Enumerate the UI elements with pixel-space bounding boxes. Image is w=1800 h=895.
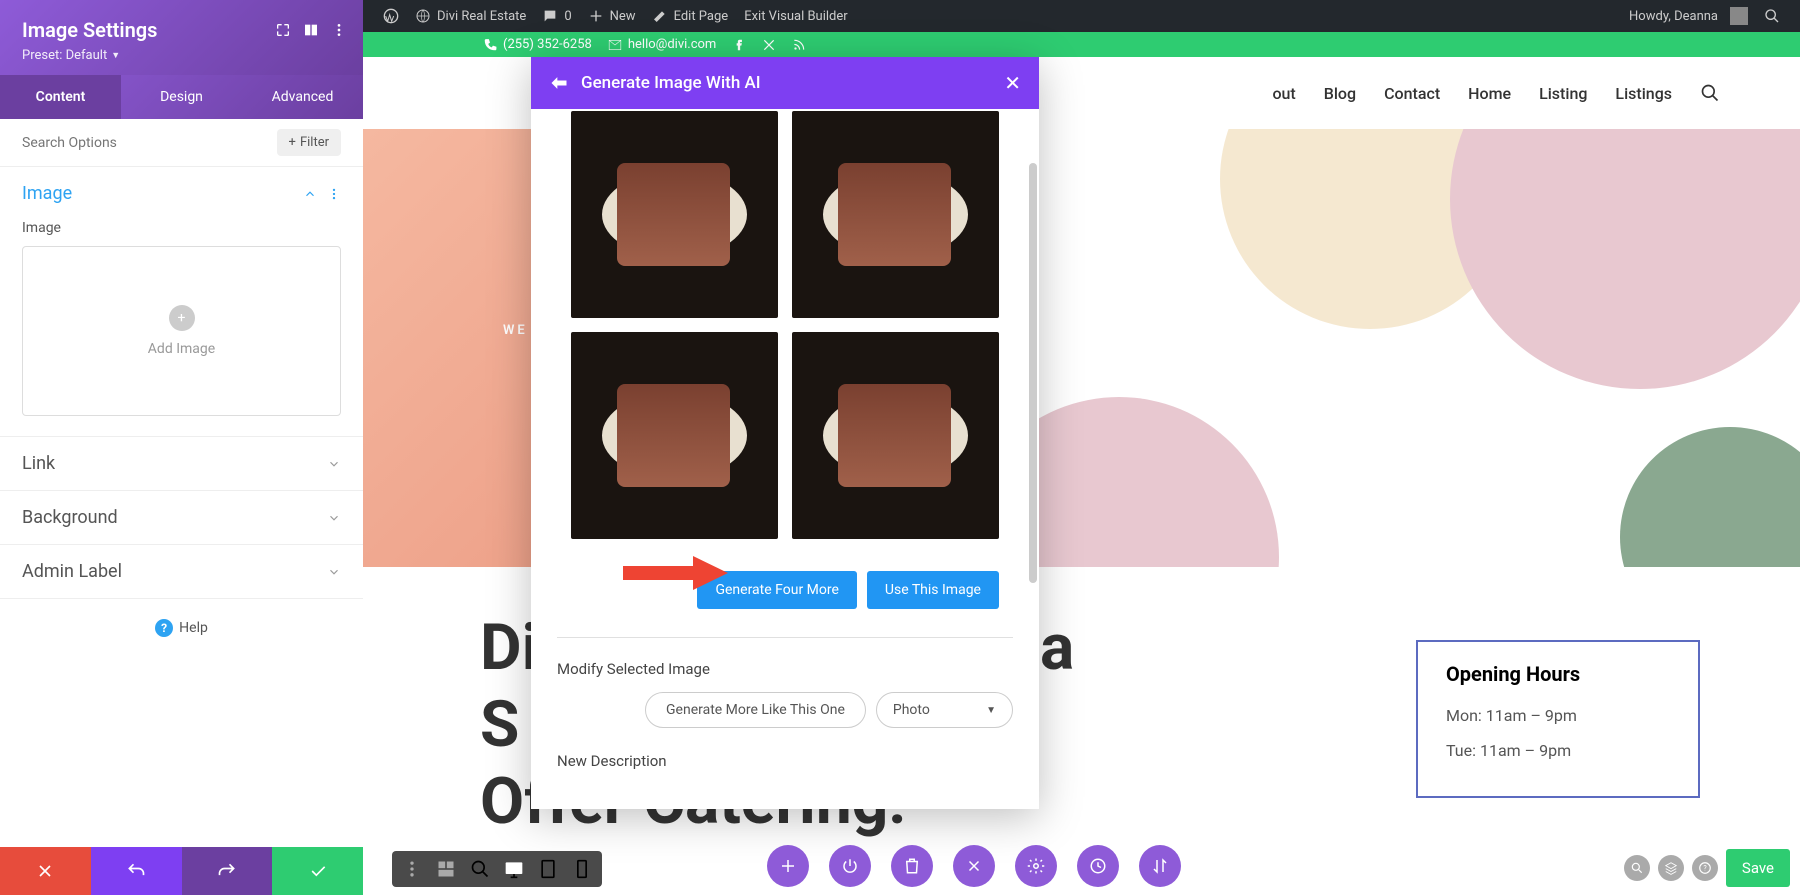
section-background-header[interactable]: Background bbox=[0, 491, 363, 544]
builder-fab-row bbox=[767, 845, 1181, 887]
mini-search[interactable] bbox=[1624, 855, 1650, 881]
exit-visual-builder[interactable]: Exit Visual Builder bbox=[736, 9, 855, 24]
opening-hours-card: Opening Hours Mon: 11am – 9pm Tue: 11am … bbox=[1416, 640, 1700, 798]
expand-icon[interactable] bbox=[275, 22, 291, 38]
rss-icon[interactable] bbox=[792, 38, 806, 52]
section-admin-label-header[interactable]: Admin Label bbox=[0, 545, 363, 598]
hero-right-image bbox=[1039, 129, 1800, 567]
save-button[interactable]: Save bbox=[1726, 849, 1790, 887]
mini-layers[interactable] bbox=[1658, 855, 1684, 881]
settings-redo-button[interactable] bbox=[182, 847, 273, 895]
chevron-down-icon bbox=[327, 457, 341, 471]
top-info-bar: (255) 352-6258 hello@divi.com bbox=[363, 32, 1800, 57]
columns-icon[interactable] bbox=[303, 22, 319, 38]
nav-item-home[interactable]: Home bbox=[1468, 84, 1511, 103]
generate-image-ai-modal: Generate Image With AI ✕ Generate Four M… bbox=[531, 57, 1039, 809]
edit-page[interactable]: Edit Page bbox=[644, 8, 737, 24]
modify-selected-label: Modify Selected Image bbox=[557, 660, 1013, 678]
ai-modal-header: Generate Image With AI ✕ bbox=[531, 57, 1039, 109]
chevron-down-icon bbox=[327, 511, 341, 525]
save-area: ? Save bbox=[1624, 849, 1790, 887]
style-select[interactable]: Photo▼ bbox=[876, 692, 1013, 728]
ai-result-2[interactable] bbox=[792, 111, 999, 318]
wireframe-icon[interactable] bbox=[436, 859, 456, 879]
new-description-label: New Description bbox=[557, 752, 1013, 770]
section-image-header[interactable]: Image bbox=[0, 167, 363, 220]
opening-hours-title: Opening Hours bbox=[1446, 662, 1670, 686]
user-greeting[interactable]: Howdy, Deanna bbox=[1621, 7, 1756, 25]
mini-help[interactable]: ? bbox=[1692, 855, 1718, 881]
plus-icon: + bbox=[169, 305, 195, 331]
tablet-icon[interactable] bbox=[538, 859, 558, 879]
help-link[interactable]: ?Help bbox=[0, 599, 363, 657]
avatar bbox=[1730, 7, 1748, 25]
close-icon[interactable]: ✕ bbox=[1004, 71, 1021, 95]
settings-tabs: Content Design Advanced bbox=[0, 75, 363, 119]
admin-search-icon[interactable] bbox=[1756, 8, 1788, 24]
ai-modal-title: Generate Image With AI bbox=[581, 73, 761, 93]
hero-subtitle: WE bbox=[503, 323, 528, 338]
use-this-image-button[interactable]: Use This Image bbox=[867, 571, 999, 609]
ai-result-4[interactable] bbox=[792, 332, 999, 539]
section-more-icon[interactable] bbox=[327, 187, 341, 201]
wp-admin-bar: Divi Real Estate 0 New Edit Page Exit Vi… bbox=[363, 0, 1800, 32]
fab-history[interactable] bbox=[1077, 845, 1119, 887]
fab-add[interactable] bbox=[767, 845, 809, 887]
nav-search-icon[interactable] bbox=[1700, 83, 1720, 103]
phone[interactable]: (255) 352-6258 bbox=[483, 37, 592, 52]
nav-item-listing[interactable]: Listing bbox=[1539, 84, 1587, 103]
device-toolbar bbox=[392, 851, 602, 887]
help-icon: ? bbox=[155, 619, 173, 637]
ai-result-1[interactable] bbox=[571, 111, 778, 318]
settings-save-button[interactable] bbox=[272, 847, 363, 895]
mobile-icon[interactable] bbox=[572, 859, 592, 879]
image-field-label: Image bbox=[22, 220, 341, 236]
search-options-input[interactable] bbox=[22, 135, 277, 151]
new-menu[interactable]: New bbox=[580, 8, 644, 24]
nav-item-contact[interactable]: Contact bbox=[1384, 84, 1440, 103]
hours-row-mon: Mon: 11am – 9pm bbox=[1446, 706, 1670, 725]
more-icon[interactable] bbox=[331, 22, 347, 38]
fab-settings[interactable] bbox=[1015, 845, 1057, 887]
fab-power[interactable] bbox=[829, 845, 871, 887]
toolbar-more-icon[interactable] bbox=[402, 859, 422, 879]
settings-undo-button[interactable] bbox=[91, 847, 182, 895]
tab-advanced[interactable]: Advanced bbox=[242, 75, 363, 119]
desktop-icon[interactable] bbox=[504, 859, 524, 879]
preset-selector[interactable]: Preset: Default ▼ bbox=[22, 48, 341, 63]
email[interactable]: hello@divi.com bbox=[608, 37, 716, 52]
generate-four-more-button[interactable]: Generate Four More bbox=[697, 571, 856, 609]
nav-item-blog[interactable]: Blog bbox=[1324, 84, 1356, 103]
site-name[interactable]: Divi Real Estate bbox=[407, 8, 534, 24]
back-icon[interactable] bbox=[549, 73, 569, 93]
fab-close[interactable] bbox=[953, 845, 995, 887]
modal-scrollbar[interactable] bbox=[1029, 163, 1039, 809]
filter-button[interactable]: + Filter bbox=[277, 129, 341, 156]
generate-more-like-this-button[interactable]: Generate More Like This One bbox=[645, 692, 866, 728]
hours-row-tue: Tue: 11am – 9pm bbox=[1446, 741, 1670, 760]
wp-logo[interactable] bbox=[375, 8, 407, 24]
facebook-icon[interactable] bbox=[732, 38, 746, 52]
image-settings-panel: Image Settings Preset: Default ▼ Content… bbox=[0, 0, 363, 895]
section-link-header[interactable]: Link bbox=[0, 437, 363, 490]
tab-design[interactable]: Design bbox=[121, 75, 242, 119]
svg-text:?: ? bbox=[1703, 864, 1707, 872]
nav-item-about[interactable]: out bbox=[1272, 84, 1295, 103]
chevron-down-icon bbox=[327, 565, 341, 579]
settings-close-button[interactable] bbox=[0, 847, 91, 895]
comments-count[interactable]: 0 bbox=[534, 8, 579, 24]
chevron-up-icon bbox=[303, 187, 317, 201]
nav-item-listings[interactable]: Listings bbox=[1615, 84, 1672, 103]
zoom-icon[interactable] bbox=[470, 859, 490, 879]
fab-sort[interactable] bbox=[1139, 845, 1181, 887]
settings-footer bbox=[0, 847, 363, 895]
ai-result-3[interactable] bbox=[571, 332, 778, 539]
fab-trash[interactable] bbox=[891, 845, 933, 887]
tab-content[interactable]: Content bbox=[0, 75, 121, 119]
add-image-button[interactable]: + Add Image bbox=[22, 246, 341, 416]
x-twitter-icon[interactable] bbox=[762, 38, 776, 52]
